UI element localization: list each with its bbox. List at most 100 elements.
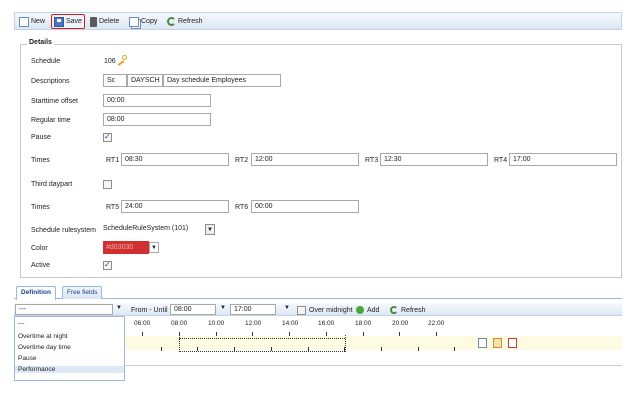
tab-strip: Definition Free fields — [14, 286, 622, 300]
rt2-input[interactable]: 12:00 — [251, 153, 359, 166]
timeline-tick — [435, 332, 437, 336]
starttime-offset-label: Starttime offset — [31, 98, 78, 105]
rt3-label: RT3 — [365, 157, 379, 164]
copy-icon — [129, 16, 139, 27]
active-checkbox[interactable] — [103, 260, 112, 270]
add-icon[interactable] — [356, 306, 364, 314]
delete-button[interactable]: Delete — [88, 14, 121, 29]
timeline-tick — [399, 332, 401, 336]
color-dropdown-arrow[interactable]: ▼ — [149, 242, 159, 253]
rulesystem-label: Schedule rulesystem — [31, 227, 96, 234]
rt4-label: RT4 — [494, 157, 508, 164]
tab-definition[interactable]: Definition — [16, 286, 56, 300]
dropdown-option[interactable]: Overtime day time — [18, 344, 71, 351]
timeline-block-top — [179, 338, 345, 339]
paste-row-icon[interactable] — [493, 338, 502, 348]
over-midnight-label: Over midnight — [309, 307, 353, 314]
tab-free-fields[interactable]: Free fields — [62, 286, 103, 299]
rt2-label: RT2 — [235, 157, 249, 164]
over-midnight-checkbox[interactable] — [297, 306, 306, 315]
rt4-input[interactable]: 17:00 — [509, 153, 617, 166]
rt1-input[interactable]: 08:30 — [121, 153, 229, 166]
hour-label: 12:00 — [245, 320, 262, 327]
active-label: Active — [31, 262, 51, 269]
timeline-tick — [380, 347, 382, 351]
new-button-label: New — [31, 18, 46, 25]
delete-button-label: Delete — [99, 18, 120, 25]
until-time-input[interactable]: 17:00 — [230, 304, 276, 315]
type-select-arrow[interactable]: ▼ — [116, 305, 122, 311]
rt5-input[interactable]: 24:00 — [121, 200, 229, 213]
details-legend: Details — [27, 39, 54, 46]
rt1-label: RT1 — [106, 157, 120, 164]
hour-label: 14:00 — [282, 320, 299, 327]
new-button[interactable]: New — [17, 14, 47, 29]
save-button-label: Save — [66, 18, 82, 25]
description-code-field[interactable]: DAYSCH — [127, 74, 163, 87]
color-label: Color — [31, 245, 48, 252]
until-time-arrow[interactable]: ▼ — [284, 305, 290, 311]
key-icon[interactable] — [117, 55, 127, 66]
third-daypart-label: Third daypart — [31, 181, 73, 188]
times-label: Times — [31, 157, 50, 164]
type-dropdown-list: --- Overtime at night Overtime day time … — [14, 316, 125, 381]
main-toolbar: New Save Delete Copy Refresh — [14, 12, 622, 30]
copy-row-icon[interactable] — [478, 338, 487, 348]
from-until-label: From - Until : — [131, 307, 172, 314]
rt5-label: RT5 — [106, 204, 120, 211]
dropdown-option-highlighted[interactable]: Performance — [15, 366, 124, 373]
hour-label: 22:00 — [428, 320, 445, 327]
description-text-field[interactable]: Day schedule Employees — [163, 74, 281, 87]
rt6-input[interactable]: 00:00 — [251, 200, 359, 213]
rulesystem-dropdown-arrow[interactable]: ▼ — [205, 224, 215, 235]
copy-button[interactable]: Copy — [127, 14, 159, 29]
timeline-tick — [160, 347, 162, 351]
regular-time-input[interactable]: 08:00 — [103, 113, 211, 126]
regular-time-label: Regular time — [31, 117, 71, 124]
dropdown-option[interactable]: Pause — [18, 355, 36, 362]
timeline-tick — [325, 332, 327, 336]
type-select[interactable]: --- — [15, 304, 113, 315]
timeline-tick — [289, 332, 291, 336]
schedule-label: Schedule — [31, 58, 61, 65]
pause-label: Pause — [31, 134, 51, 141]
hour-label: 16:00 — [318, 320, 335, 327]
hour-label: 08:00 — [171, 320, 188, 327]
timeline-tick — [454, 347, 456, 351]
starttime-offset-input[interactable]: 00:00 — [103, 94, 211, 107]
timeline-block-bottom — [179, 351, 345, 352]
refresh-icon — [167, 17, 176, 26]
save-button[interactable]: Save — [51, 14, 85, 29]
times2-label: Times — [31, 204, 50, 211]
from-time-input[interactable]: 08:00 — [170, 304, 216, 315]
refresh-button-label: Refresh — [178, 18, 203, 25]
rt6-label: RT6 — [235, 204, 249, 211]
rulesystem-select[interactable]: ScheduleRuleSystem (101) — [103, 223, 204, 236]
dropdown-option[interactable]: Overtime at night — [18, 333, 68, 340]
refresh-definition-icon[interactable] — [390, 306, 398, 314]
new-document-icon — [19, 16, 29, 27]
add-button[interactable]: Add — [367, 307, 379, 314]
pause-checkbox[interactable] — [103, 132, 112, 142]
copy-button-label: Copy — [141, 18, 158, 25]
delete-row-icon[interactable] — [508, 338, 517, 348]
hour-label: 20:00 — [392, 320, 409, 327]
third-daypart-checkbox[interactable] — [103, 180, 112, 189]
save-icon — [54, 16, 64, 27]
hour-label: 10:00 — [208, 320, 225, 327]
from-time-arrow[interactable]: ▼ — [220, 305, 226, 311]
refresh-button[interactable]: Refresh — [165, 14, 205, 29]
timeline-tick — [252, 332, 254, 336]
schedule-value: 106 — [104, 58, 116, 65]
timeline-tick — [417, 347, 419, 351]
hour-label: 18:00 — [355, 320, 372, 327]
delete-icon — [90, 16, 97, 27]
dropdown-option[interactable]: --- — [18, 320, 25, 327]
rt3-input[interactable]: 12:30 — [380, 153, 488, 166]
timeline-block-end — [345, 335, 346, 352]
hour-label: 06:00 — [134, 320, 151, 327]
description-language-field[interactable]: Sc — [103, 74, 127, 87]
refresh-definition-button[interactable]: Refresh — [401, 307, 426, 314]
color-picker-field[interactable]: #d03030 — [103, 241, 149, 254]
timeline-tick — [362, 332, 364, 336]
